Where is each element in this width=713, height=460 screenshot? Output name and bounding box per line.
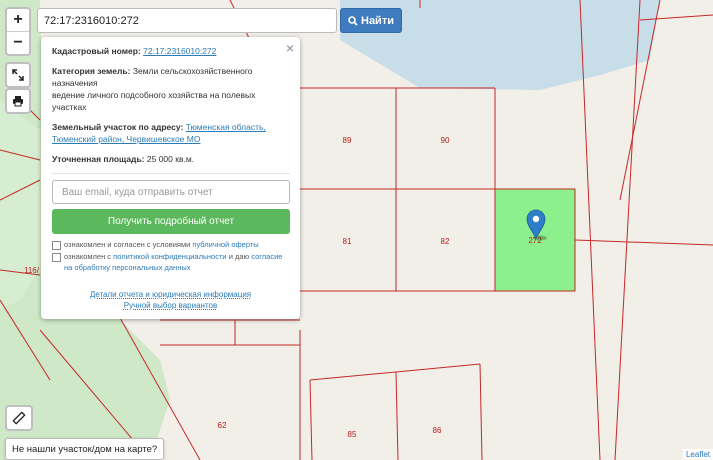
consent-offer-text: ознакомлен и согласен с условиями публич… xyxy=(64,239,259,250)
consent-privacy-text: ознакомлен с политикой конфиденциальност… xyxy=(64,251,290,273)
consent-offer: ознакомлен и согласен с условиями публич… xyxy=(52,239,290,250)
area-row: Уточненная площадь: 25 000 кв.м. xyxy=(52,153,290,165)
expand-icon xyxy=(12,69,24,81)
consent-privacy-checkbox[interactable] xyxy=(52,253,61,262)
details-link[interactable]: Детали отчета и юридическая информация xyxy=(90,290,251,299)
parcel-label-116: 116/ xyxy=(24,266,40,275)
close-icon[interactable]: × xyxy=(286,40,294,56)
ruler-button[interactable] xyxy=(7,407,31,429)
public-offer-link[interactable]: публичной оферты xyxy=(192,240,258,249)
consent-offer-checkbox[interactable] xyxy=(52,241,61,250)
manual-select-link[interactable]: Ручной выбор вариантов xyxy=(124,301,217,310)
zoom-in-button[interactable]: + xyxy=(7,9,29,31)
parcel-label-85: 85 xyxy=(348,430,357,439)
printer-icon xyxy=(13,96,23,107)
not-found-button[interactable]: Не нашли участок/дом на карте? xyxy=(5,438,165,460)
cadastral-row: Кадастровый номер: 72:17:2316010:272 xyxy=(52,45,290,57)
area-value: 25 000 кв.м. xyxy=(146,154,195,164)
area-label: Уточненная площадь: xyxy=(52,154,145,164)
ruler-control xyxy=(5,405,33,431)
parcel-label-89: 89 xyxy=(343,136,352,145)
parcel-label-62: 62 xyxy=(218,421,227,430)
parcel-label-86: 86 xyxy=(433,426,442,435)
search-button-label: Найти xyxy=(361,14,394,27)
parcel-label-90: 90 xyxy=(441,136,450,145)
category-row: Категория земель: Земли сельскохозяйстве… xyxy=(52,65,290,113)
parcel-label-81: 81 xyxy=(343,237,352,246)
zoom-out-button[interactable]: − xyxy=(7,32,29,54)
address-row: Земельный участок по адресу: Тюменская о… xyxy=(52,121,290,145)
fullscreen-control xyxy=(5,62,31,88)
parcel-label-82: 82 xyxy=(441,237,450,246)
search-icon xyxy=(348,15,358,26)
search-button[interactable]: Найти xyxy=(340,8,402,33)
email-field[interactable]: Ваш email, куда отправить отчет xyxy=(52,180,290,204)
consent-offer-label: ознакомлен и согласен с условиями xyxy=(64,240,191,249)
cadastral-link[interactable]: 72:17:2316010:272 xyxy=(143,46,216,56)
parcel-info-popup: × Кадастровый номер: 72:17:2316010:272 К… xyxy=(41,37,300,319)
consent-privacy: ознакомлен с политикой конфиденциальност… xyxy=(52,251,290,273)
ruler-icon xyxy=(12,411,26,425)
leaflet-attribution[interactable]: Leaflet xyxy=(682,449,713,460)
cadastral-label: Кадастровый номер: xyxy=(52,46,141,56)
get-report-button[interactable]: Получить подробный отчет xyxy=(52,209,290,234)
search-input[interactable] xyxy=(37,8,337,33)
fullscreen-button[interactable] xyxy=(7,64,29,86)
address-label: Земельный участок по адресу: xyxy=(52,122,184,132)
zoom-control: + − xyxy=(5,7,31,56)
privacy-policy-link[interactable]: политикой конфиденциальности xyxy=(113,252,226,261)
consent-privacy-mid: и даю xyxy=(228,252,250,261)
consent-privacy-label: ознакомлен с xyxy=(64,252,112,261)
popup-divider xyxy=(52,173,290,174)
popup-footer-links: Детали отчета и юридическая информация Р… xyxy=(41,289,300,311)
category-label: Категория земель: xyxy=(52,66,131,76)
print-control xyxy=(5,88,31,114)
print-button[interactable] xyxy=(7,90,29,112)
category-use: ведение личного подсобного хозяйства на … xyxy=(52,90,256,112)
